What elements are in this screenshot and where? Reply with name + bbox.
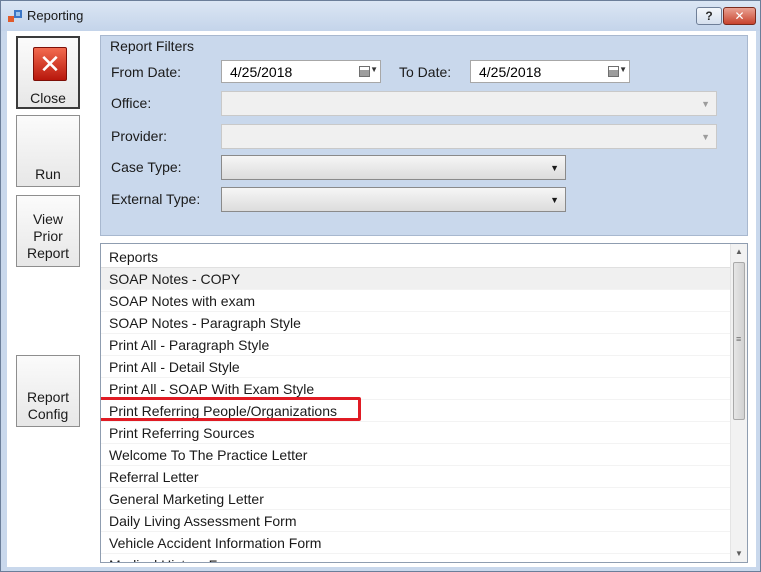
scrollbar-thumb[interactable]: ≡ <box>733 262 745 420</box>
provider-select[interactable]: ▼ <box>221 124 717 149</box>
help-button[interactable]: ? <box>696 7 722 25</box>
report-config-button[interactable]: Report Config <box>16 355 80 427</box>
report-item[interactable]: Print Referring Sources <box>101 422 730 444</box>
report-item[interactable]: SOAP Notes - COPY <box>101 268 730 290</box>
report-item[interactable]: Referral Letter <box>101 466 730 488</box>
chevron-down-icon[interactable]: ▼ <box>619 65 627 74</box>
close-button[interactable]: ✕ Close <box>16 36 80 109</box>
report-item[interactable]: SOAP Notes - Paragraph Style <box>101 312 730 334</box>
office-select[interactable]: ▼ <box>221 91 717 116</box>
scroll-up-arrow-icon[interactable]: ▲ <box>731 244 747 260</box>
client-area: ✕ Close Run View Prior Report Report Con… <box>7 31 756 567</box>
report-item[interactable]: Print All - Detail Style <box>101 356 730 378</box>
case-type-label: Case Type: <box>111 159 182 175</box>
reports-scrollbar[interactable]: ▲ ≡ ▼ <box>730 244 747 562</box>
report-item[interactable]: Daily Living Assessment Form <box>101 510 730 532</box>
calendar-icon[interactable] <box>359 66 370 77</box>
office-label: Office: <box>111 95 152 111</box>
report-item[interactable]: Vehicle Accident Information Form <box>101 532 730 554</box>
window-close-button[interactable]: ✕ <box>723 7 756 25</box>
chevron-down-icon[interactable]: ▼ <box>701 99 710 109</box>
close-button-label: Close <box>30 90 66 106</box>
report-item[interactable]: Print All - Paragraph Style <box>101 334 730 356</box>
report-filters-group: Report Filters From Date: 4/25/2018 ▼ To… <box>100 35 748 236</box>
case-type-select[interactable]: ▼ <box>221 155 566 180</box>
title-bar: Reporting ? ✕ <box>1 1 760 31</box>
from-date-label: From Date: <box>111 64 182 80</box>
reports-list[interactable]: Reports SOAP Notes - COPY SOAP Notes with… <box>100 243 748 563</box>
report-item[interactable]: SOAP Notes with exam <box>101 290 730 312</box>
report-item[interactable]: General Marketing Letter <box>101 488 730 510</box>
report-item[interactable]: Medical History Form <box>101 554 730 562</box>
report-item[interactable]: Print Referring People/Organizations <box>101 400 730 422</box>
app-icon <box>8 10 22 22</box>
chevron-down-icon[interactable]: ▼ <box>370 65 378 74</box>
from-date-picker[interactable]: 4/25/2018 ▼ <box>221 60 381 83</box>
reporting-window: Reporting ? ✕ ✕ Close Run View Prior Rep… <box>0 0 761 572</box>
reports-rows: SOAP Notes - COPY SOAP Notes with exam SOA… <box>101 268 730 562</box>
report-item[interactable]: Print All - SOAP With Exam Style <box>101 378 730 400</box>
from-date-value: 4/25/2018 <box>230 64 293 80</box>
report-item[interactable]: Welcome To The Practice Letter <box>101 444 730 466</box>
close-x-icon: ✕ <box>33 47 67 81</box>
external-type-select[interactable]: ▼ <box>221 187 566 212</box>
grip-icon: ≡ <box>736 334 742 344</box>
view-prior-report-label: View Prior Report <box>26 211 70 261</box>
window-title: Reporting <box>27 8 84 23</box>
chevron-down-icon[interactable]: ▼ <box>550 163 559 173</box>
view-prior-report-button[interactable]: View Prior Report <box>16 195 80 267</box>
run-button-label: Run <box>35 166 61 182</box>
to-date-value: 4/25/2018 <box>479 64 542 80</box>
to-date-label: To Date: <box>399 64 452 80</box>
chevron-down-icon[interactable]: ▼ <box>550 195 559 205</box>
external-type-label: External Type: <box>111 191 201 207</box>
reports-column-header[interactable]: Reports <box>101 244 730 268</box>
to-date-picker[interactable]: 4/25/2018 ▼ <box>470 60 630 83</box>
chevron-down-icon[interactable]: ▼ <box>701 132 710 142</box>
run-button[interactable]: Run <box>16 115 80 187</box>
calendar-icon[interactable] <box>608 66 619 77</box>
report-config-label: Report Config <box>26 389 70 422</box>
report-filters-title: Report Filters <box>110 38 195 54</box>
provider-label: Provider: <box>111 128 168 144</box>
scroll-down-arrow-icon[interactable]: ▼ <box>731 546 747 562</box>
